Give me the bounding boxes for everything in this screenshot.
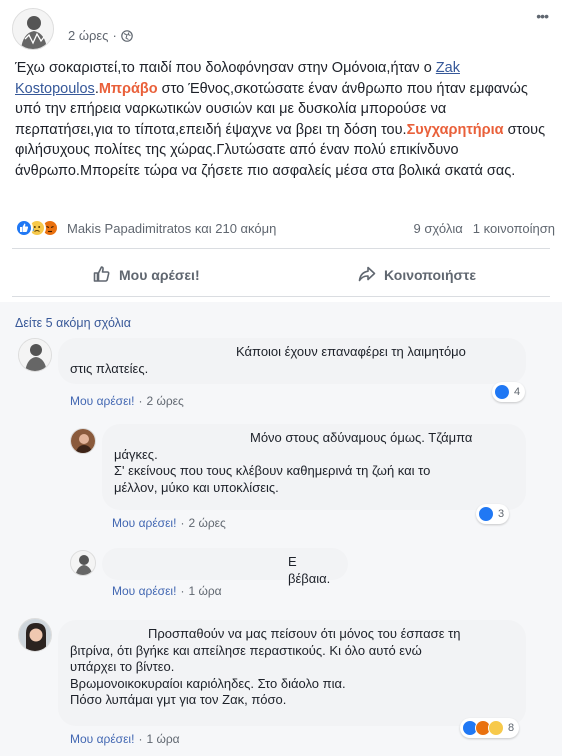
share-arrow-icon	[357, 264, 384, 287]
like-button-label: Μου αρέσει!	[119, 267, 200, 283]
comment-item: Μόνο στους αδύναμους όμως. Τζάμπα μάγκες…	[0, 420, 562, 532]
divider	[12, 296, 550, 297]
view-more-comments-link[interactable]: Δείτε 5 ακόμη σχόλια	[15, 316, 131, 330]
comment-bubble: Μόνο στους αδύναμους όμως. Τζάμπα μάγκες…	[102, 424, 526, 510]
more-dots-icon[interactable]: •••	[536, 8, 549, 24]
post-text-part: Έχω σοκαριστεί,το παιδί που δολοφόνησαν …	[15, 60, 436, 76]
comment-like-link[interactable]: Μου αρέσει!	[112, 516, 176, 530]
comment-reactions[interactable]: 8	[460, 718, 520, 738]
reactions-bar: Makis Papadimitratos και 210 ακόμη 9 σχό…	[15, 219, 555, 239]
globe-icon	[120, 30, 133, 45]
comment-text-line: Πόσο λυπάμαι γμτ για τον Ζακ, πόσο.	[70, 692, 287, 707]
comment-item: Ε βέβαια. Μου αρέσει! · 1 ώρα	[0, 542, 562, 598]
comment-like-link[interactable]: Μου αρέσει!	[70, 732, 134, 746]
divider	[12, 248, 550, 249]
like-reaction-icon	[494, 384, 510, 400]
comment-actions: Μου αρέσει! · 2 ώρες	[112, 516, 226, 530]
comment-actions: Μου αρέσει! · 1 ώρα	[70, 732, 180, 746]
comment-item: Προσπαθούν να μας πείσουν ότι μόνος του …	[0, 614, 562, 754]
commenter-avatar[interactable]	[70, 550, 96, 576]
comment-item: Κάποιοι έχουν επαναφέρει τη λαιμητόμο στ…	[0, 332, 562, 412]
comment-actions: Μου αρέσει! · 2 ώρες	[70, 394, 184, 408]
like-reaction-icon	[15, 219, 33, 237]
author-avatar[interactable]	[12, 8, 54, 50]
comment-text-line: Βρωμονοικοκυραίοι καριόληδες. Στο διάολο…	[70, 675, 346, 691]
comment-text-line: μέλλον, μύκο και υποκλίσεις.	[114, 479, 279, 495]
post-time[interactable]: 2 ώρες	[68, 28, 108, 43]
comment-actions: Μου αρέσει! · 1 ώρα	[112, 584, 222, 598]
comment-reactions[interactable]: 4	[492, 382, 526, 402]
like-reaction-icon	[478, 506, 494, 522]
post-meta: 2 ώρες ·	[68, 28, 133, 45]
comment-like-link[interactable]: Μου αρέσει!	[112, 584, 176, 598]
comment-text-line: Κάποιοι έχουν επαναφέρει τη λαιμητόμο	[236, 344, 466, 359]
shares-count[interactable]: 1 κοινοποίηση	[473, 221, 555, 236]
share-button-label: Κοινοποιήστε	[384, 267, 476, 283]
comment-text-line: στις πλατείες.	[70, 360, 149, 376]
thumbs-up-icon	[92, 264, 119, 287]
comment-text-line: βιτρίνα, ότι βγήκε και απείλησε περαστικ…	[70, 642, 422, 658]
comment-reaction-count: 8	[508, 722, 515, 734]
reactors-text[interactable]: Makis Papadimitratos και 210 ακόμη	[67, 221, 276, 236]
comment-time[interactable]: 1 ώρα	[188, 584, 221, 598]
like-button[interactable]: Μου αρέσει!	[92, 256, 200, 294]
comment-time[interactable]: 2 ώρες	[146, 394, 183, 408]
sad-reaction-icon	[488, 720, 504, 736]
comments-section: Δείτε 5 ακόμη σχόλια Κάποιοι έχουν επανα…	[0, 302, 562, 756]
reaction-icons[interactable]	[15, 219, 67, 237]
post-header: 2 ώρες · •••	[12, 8, 552, 52]
comment-text-line: μάγκες.	[114, 446, 158, 462]
post-counts: 9 σχόλια 1 κοινοποίηση	[404, 221, 555, 236]
highlighted-word: Συγχαρητήρια	[406, 121, 504, 138]
highlighted-word: Μπράβο	[98, 80, 158, 97]
comment-like-link[interactable]: Μου αρέσει!	[70, 394, 134, 408]
comment-text-line: Μόνο στους αδύναμους όμως. Τζάμπα	[250, 430, 473, 445]
post-actions: Μου αρέσει! Κοινοποιήστε	[12, 256, 550, 294]
post-text: Έχω σοκαριστεί,το παιδί που δολοφόνησαν …	[15, 58, 547, 181]
comment-text-line: Προσπαθούν να μας πείσουν ότι μόνος του …	[148, 626, 461, 641]
comment-time[interactable]: 1 ώρα	[146, 732, 179, 746]
comment-bubble: Ε βέβαια.	[102, 548, 348, 586]
comment-text-line: Σ' εκείνους που τους κλέβουν καθημερινά …	[114, 463, 431, 478]
comment-reaction-count: 3	[498, 508, 505, 520]
commenter-avatar[interactable]	[18, 618, 52, 652]
commenter-avatar[interactable]	[18, 338, 52, 372]
comments-count[interactable]: 9 σχόλια	[414, 221, 463, 236]
share-button[interactable]: Κοινοποιήστε	[357, 256, 476, 294]
comment-bubble: Προσπαθούν να μας πείσουν ότι μόνος του …	[58, 620, 526, 726]
commenter-avatar[interactable]	[70, 428, 96, 454]
comment-reactions[interactable]: 3	[476, 504, 510, 524]
comment-time[interactable]: 2 ώρες	[188, 516, 225, 530]
comment-text-line: Ε βέβαια.	[288, 554, 331, 586]
comment-bubble: Κάποιοι έχουν επαναφέρει τη λαιμητόμο στ…	[58, 338, 526, 384]
comment-reaction-count: 4	[514, 386, 521, 398]
comment-text-line: υπάρχει το βίντεο.	[70, 659, 175, 674]
